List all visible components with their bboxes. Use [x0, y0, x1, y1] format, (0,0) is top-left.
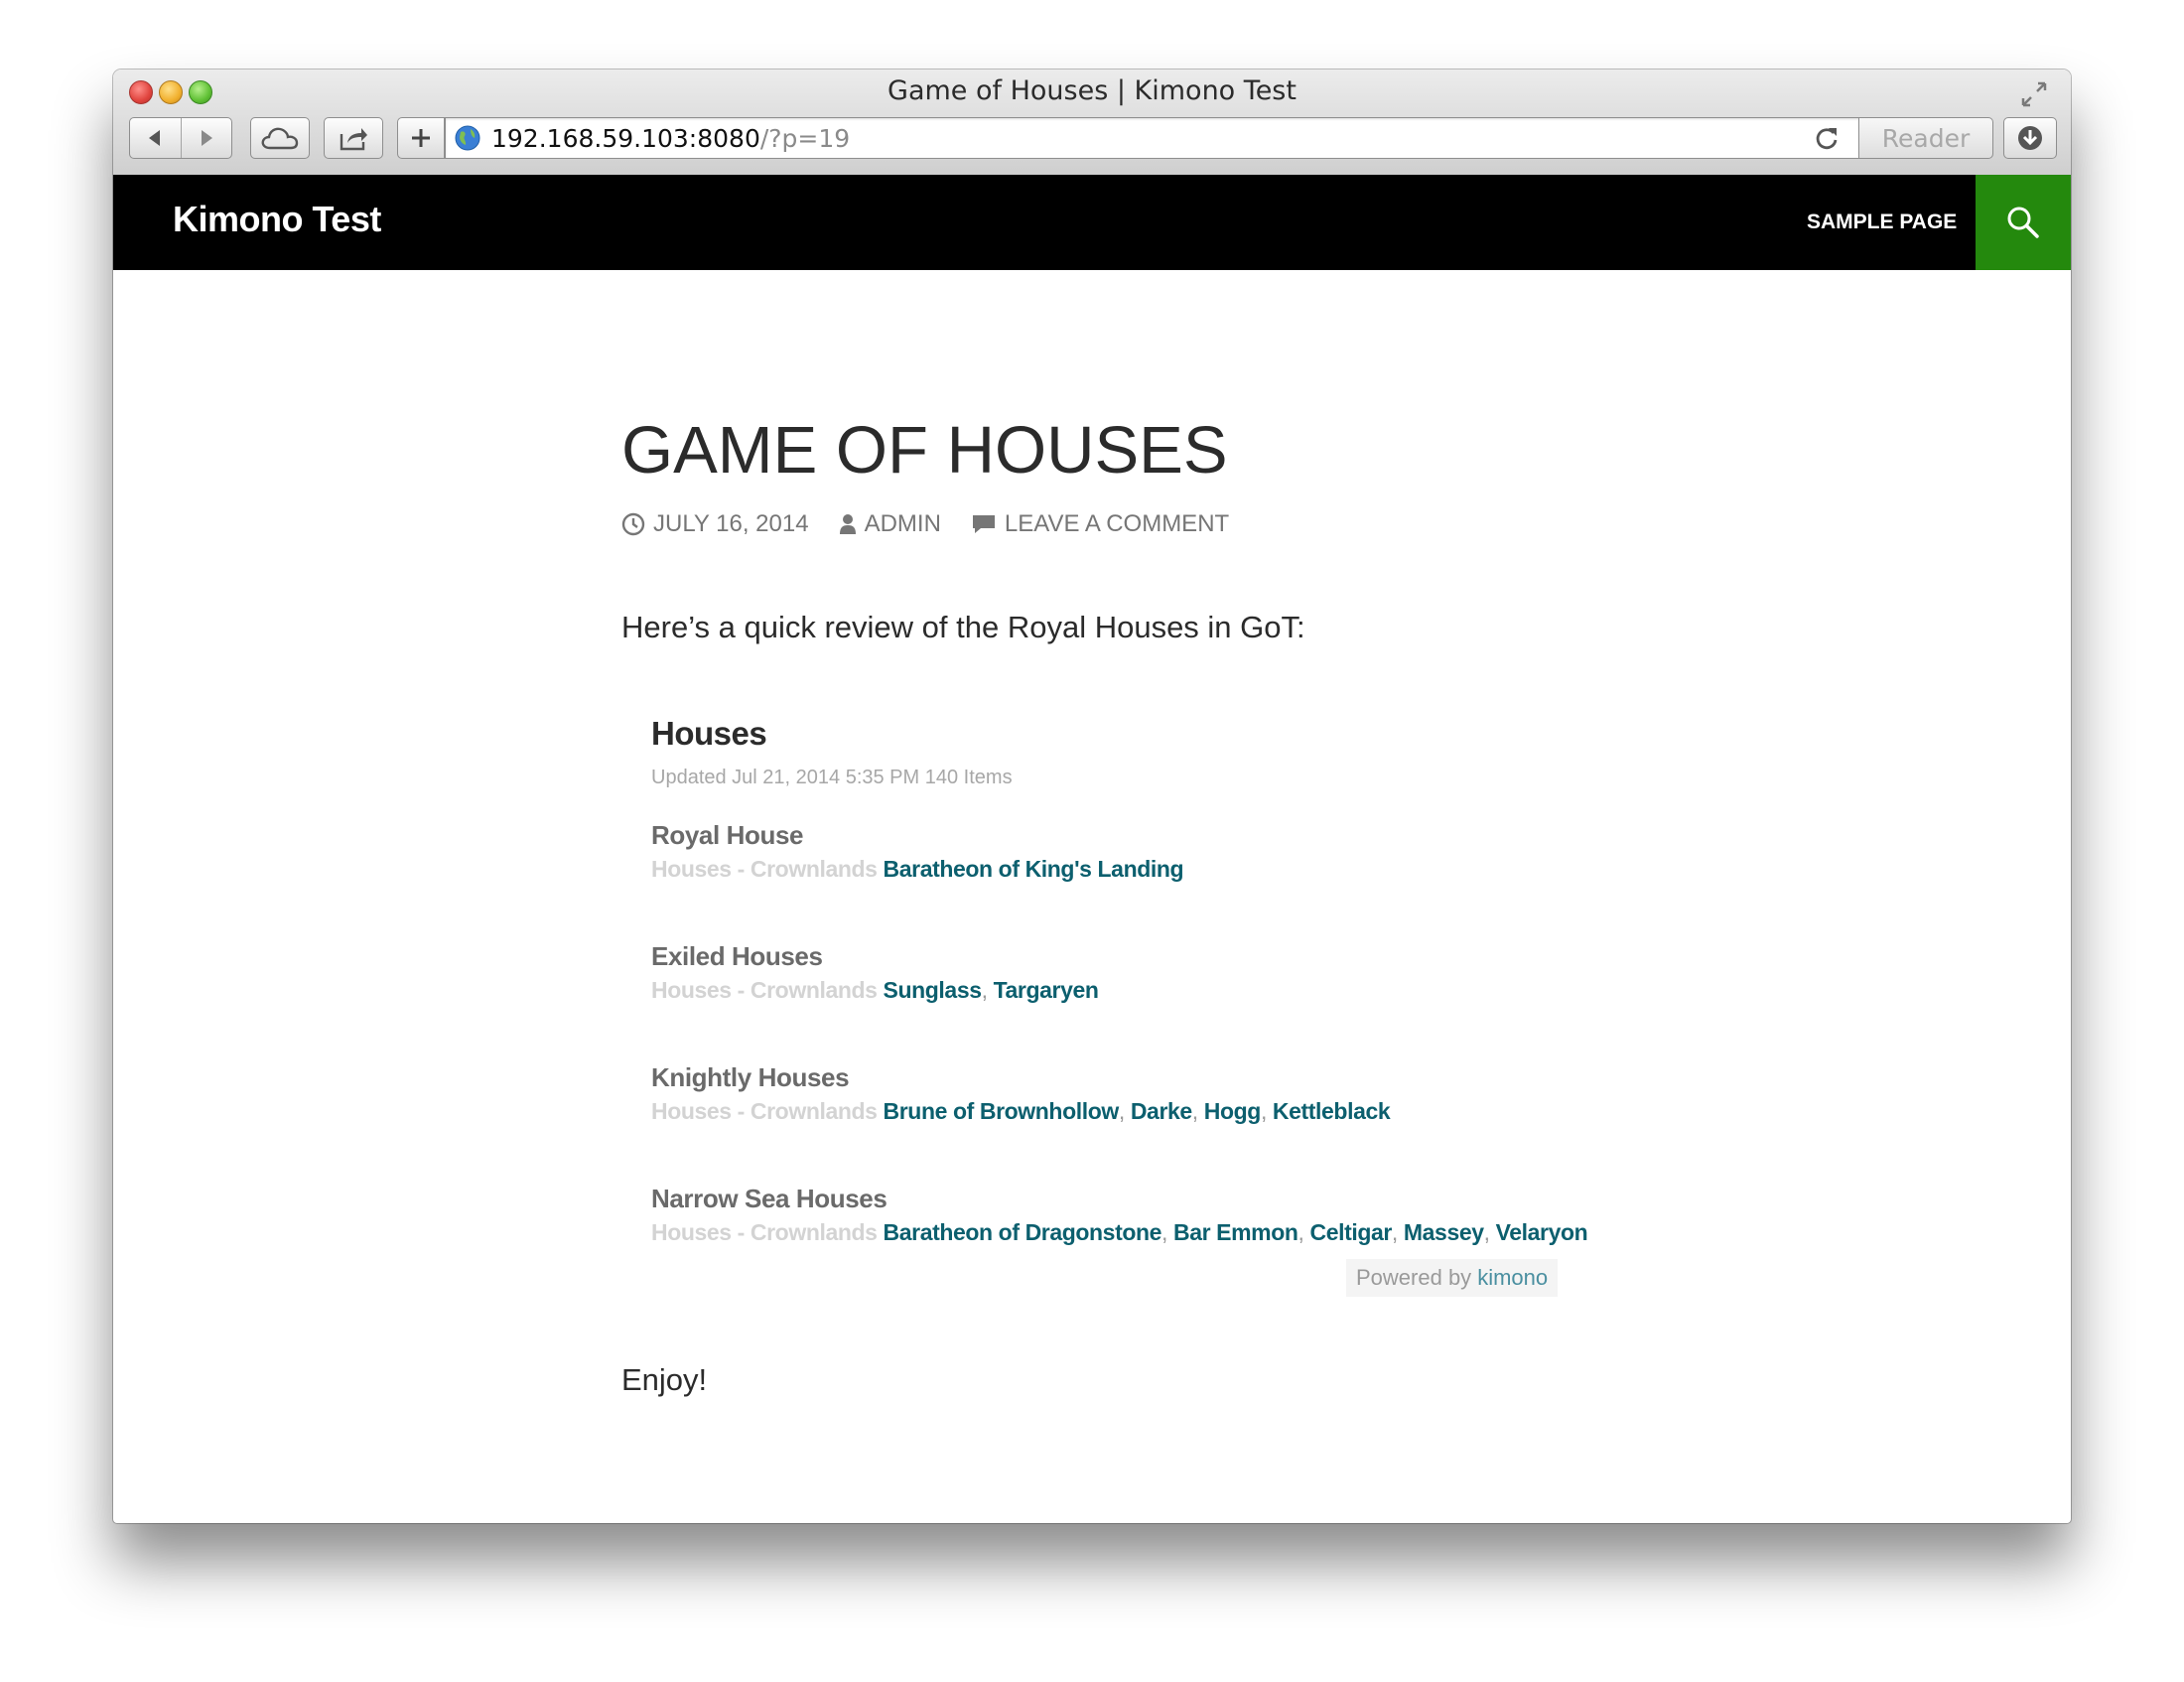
- house-link[interactable]: Velaryon: [1496, 1219, 1588, 1245]
- group-breadcrumb: Houses - Crownlands: [651, 856, 878, 882]
- leave-comment-link[interactable]: LEAVE A COMMENT: [971, 510, 1229, 538]
- icloud-tabs-button[interactable]: [250, 117, 310, 159]
- leave-comment-text: LEAVE A COMMENT: [1004, 510, 1230, 537]
- group-line: Houses - Crownlands Baratheon of King's …: [651, 852, 1184, 886]
- forward-arrow-icon: [201, 130, 212, 146]
- new-tab-button[interactable]: [397, 117, 445, 159]
- group-breadcrumb: Houses - Crownlands: [651, 1219, 878, 1245]
- group-title: Exiled Houses: [651, 941, 823, 971]
- browser-window: Game of Houses | Kimono Test 192.168.59.…: [113, 70, 2071, 1523]
- house-link[interactable]: Targaryen: [994, 977, 1099, 1003]
- cloud-icon: [261, 127, 299, 150]
- downloads-button[interactable]: [2003, 117, 2057, 159]
- powered-prefix: Powered by: [1356, 1265, 1472, 1290]
- group-title: Narrow Sea Houses: [651, 1184, 887, 1213]
- widget-updated: Updated Jul 21, 2014 5:35 PM 140 Items: [651, 767, 1013, 789]
- house-link[interactable]: Baratheon of Dragonstone: [884, 1219, 1162, 1245]
- download-icon: [2018, 126, 2042, 150]
- search-toggle-button[interactable]: [1976, 175, 2071, 270]
- house-link[interactable]: Bar Emmon: [1173, 1219, 1298, 1245]
- group-breadcrumb: Houses - Crownlands: [651, 977, 878, 1003]
- group-title: Knightly Houses: [651, 1062, 850, 1092]
- house-group: Exiled Houses Houses - Crownlands Sungla…: [651, 939, 1099, 1007]
- plus-icon: [412, 129, 430, 147]
- powered-brand: kimono: [1477, 1265, 1549, 1290]
- clock-icon: [621, 512, 645, 536]
- house-link[interactable]: Kettleblack: [1273, 1098, 1391, 1124]
- kimono-widget: Houses Updated Jul 21, 2014 5:35 PM 140 …: [651, 715, 1674, 1350]
- nav-item-sample-page[interactable]: SAMPLE PAGE: [1807, 210, 1957, 234]
- house-group: Royal House Houses - Crownlands Baratheo…: [651, 818, 1184, 886]
- share-button[interactable]: [324, 117, 383, 159]
- reader-button[interactable]: Reader: [1858, 117, 1993, 159]
- group-line: Houses - Crownlands Sunglass, Targaryen: [651, 977, 1099, 1003]
- search-icon: [2007, 207, 2039, 238]
- post-date-text: JULY 16, 2014: [653, 510, 809, 537]
- url-path: /?p=19: [759, 123, 851, 153]
- user-icon: [839, 514, 856, 534]
- post-intro: Here’s a quick review of the Royal House…: [621, 610, 1305, 644]
- house-link[interactable]: Baratheon of King's Landing: [884, 856, 1184, 882]
- house-link[interactable]: Darke: [1131, 1098, 1192, 1124]
- browser-toolbar: Game of Houses | Kimono Test 192.168.59.…: [113, 70, 2071, 176]
- group-line: Houses - Crownlands Baratheon of Dragons…: [651, 1219, 1588, 1245]
- share-icon: [340, 128, 367, 151]
- post-author[interactable]: ADMIN: [839, 510, 941, 538]
- reload-icon[interactable]: [1814, 125, 1840, 151]
- post-meta: JULY 16, 2014 ADMIN LEAVE A COMMENT: [621, 508, 1229, 540]
- house-link[interactable]: Massey: [1404, 1219, 1484, 1245]
- house-link[interactable]: Brune of Brownhollow: [884, 1098, 1120, 1124]
- house-link[interactable]: Sunglass: [884, 977, 982, 1003]
- forward-button[interactable]: [180, 118, 232, 158]
- back-arrow-icon: [149, 130, 161, 146]
- house-link[interactable]: Hogg: [1204, 1098, 1262, 1124]
- house-link[interactable]: Celtigar: [1309, 1219, 1392, 1245]
- widget-updated-text: Updated Jul 21, 2014 5:35 PM: [651, 767, 920, 788]
- address-bar[interactable]: 192.168.59.103:8080/?p=19: [445, 117, 1860, 159]
- group-title: Royal House: [651, 820, 804, 850]
- house-group: Knightly Houses Houses - Crownlands Brun…: [651, 1060, 1391, 1128]
- post-title: GAME OF HOUSES: [621, 413, 1228, 488]
- widget-title: Houses: [651, 715, 767, 752]
- group-breadcrumb: Houses - Crownlands: [651, 1098, 878, 1124]
- url-host: 192.168.59.103:8080: [491, 123, 760, 153]
- powered-by-kimono[interactable]: Powered by kimono: [1346, 1259, 1559, 1297]
- post-author-text: ADMIN: [864, 510, 941, 537]
- window-title: Game of Houses | Kimono Test: [887, 75, 1297, 106]
- post-outro: Enjoy!: [621, 1362, 708, 1397]
- widget-item-count: 140 Items: [924, 767, 1013, 788]
- site-title[interactable]: Kimono Test: [173, 199, 381, 240]
- house-group: Narrow Sea Houses Houses - Crownlands Ba…: [651, 1182, 1588, 1249]
- back-forward-group: [129, 117, 232, 159]
- site-header: Kimono Test SAMPLE PAGE: [113, 175, 2071, 270]
- post-date[interactable]: JULY 16, 2014: [621, 510, 809, 538]
- back-button[interactable]: [130, 118, 181, 158]
- comment-icon: [972, 515, 995, 533]
- fullscreen-icon[interactable]: [2019, 79, 2049, 109]
- group-line: Houses - Crownlands Brune of Brownhollow…: [651, 1098, 1391, 1124]
- globe-icon: [455, 125, 480, 151]
